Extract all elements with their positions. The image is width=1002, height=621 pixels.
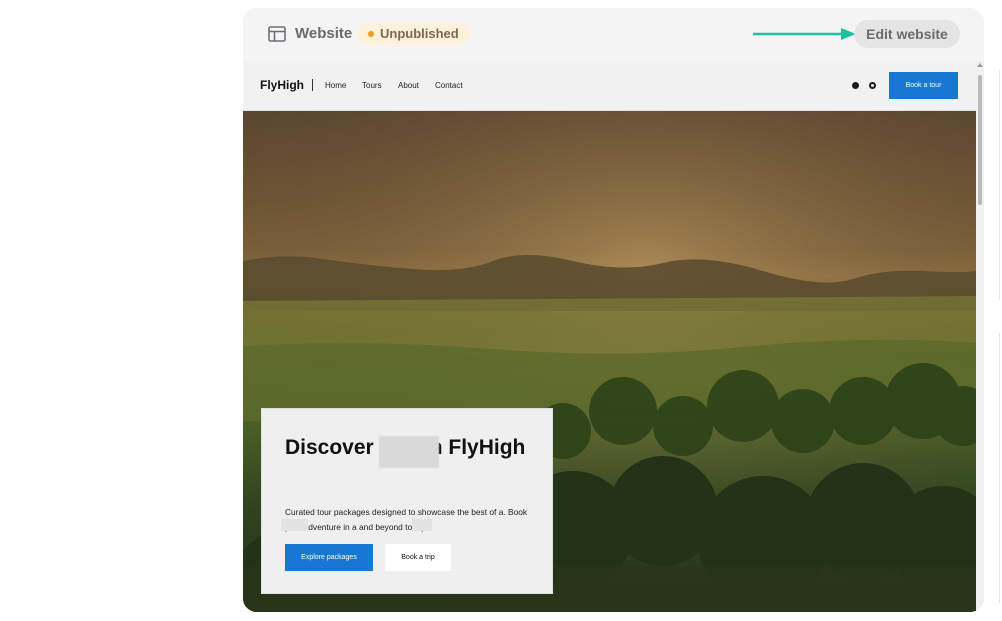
arrow-right-icon (753, 28, 856, 40)
website-header: Website Unpublished Edit website (243, 8, 984, 61)
redacted-region (412, 519, 432, 531)
scroll-up-icon[interactable] (977, 63, 983, 67)
facebook-icon[interactable] (852, 82, 859, 89)
hero-section: Discover C with FlyHigh Curated tour pac… (243, 111, 976, 612)
nav-link-contact[interactable]: Contact (435, 81, 463, 90)
status-badge: Unpublished (358, 23, 470, 45)
instagram-icon[interactable] (869, 82, 876, 89)
preview-scrollbar[interactable] (976, 61, 984, 612)
layout-icon (268, 26, 286, 42)
website-card: Website Unpublished Edit website FlyHigh… (243, 8, 984, 612)
status-dot-icon (368, 31, 374, 37)
redacted-region (379, 436, 439, 468)
site-navbar: FlyHigh Home Tours About Contact Book a … (243, 61, 976, 111)
website-preview: FlyHigh Home Tours About Contact Book a … (243, 61, 976, 612)
explore-packages-button[interactable]: Explore packages (285, 544, 373, 571)
divider (999, 333, 1000, 603)
hero-description: Curated tour packages designed to showca… (285, 507, 528, 532)
book-trip-button[interactable]: Book a trip (385, 544, 451, 571)
nav-link-home[interactable]: Home (325, 81, 346, 90)
brand-divider (312, 79, 313, 91)
status-badge-label: Unpublished (380, 26, 459, 41)
redacted-region (281, 519, 308, 531)
nav-link-about[interactable]: About (398, 81, 419, 90)
edit-website-button[interactable]: Edit website (854, 20, 960, 48)
nav-link-tours[interactable]: Tours (362, 81, 382, 90)
site-brand[interactable]: FlyHigh (260, 78, 304, 92)
book-tour-button[interactable]: Book a tour (889, 72, 958, 99)
page-title: Website (295, 25, 353, 42)
divider (999, 70, 1000, 300)
scrollbar-thumb[interactable] (978, 75, 982, 205)
hero-card: Discover C with FlyHigh Curated tour pac… (261, 408, 553, 594)
